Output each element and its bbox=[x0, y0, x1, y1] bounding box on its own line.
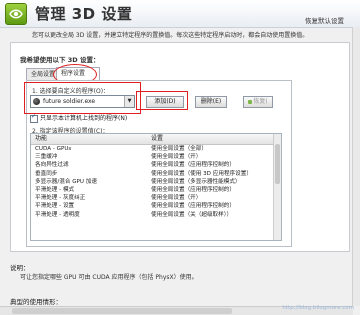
table-scrollbar[interactable] bbox=[273, 134, 281, 240]
feature-cell: 平滑处理 - 灰度纠正 bbox=[35, 195, 86, 202]
column-header-feature[interactable]: 功能 bbox=[35, 134, 47, 144]
restore-button-label: 恢复( bbox=[253, 98, 268, 105]
usage-label: 典型的使用情形： bbox=[10, 298, 62, 306]
table-row[interactable]: 平滑处理 - 透明度 使用全局设置（关（超级取样）） bbox=[31, 211, 281, 219]
feature-cell: 平滑处理 - 设置 bbox=[35, 203, 75, 210]
header-bar: 管理 3D 设置 恢复默认设置 bbox=[0, 0, 360, 28]
description-text: 可让您指定哪些 GPU 可由 CUDA 应用程序（包括 PhysX）使用。 bbox=[20, 274, 198, 281]
section-title: 我希望使用以下 3D 设置： bbox=[20, 56, 100, 64]
table-row[interactable]: 平滑处理 - 设置 使用全局设置（应用程序控制的） bbox=[31, 202, 281, 210]
table-row[interactable]: 平滑处理 - 模式 使用全局设置（应用程序控制的） bbox=[31, 186, 281, 194]
feature-cell: 平滑处理 - 透明度 bbox=[35, 211, 80, 218]
setting-cell: 使用全局设置（多显示器性能模式） bbox=[151, 178, 241, 185]
delete-button[interactable]: 删除(E) bbox=[195, 96, 227, 108]
table-scrollbar-thumb[interactable] bbox=[275, 144, 280, 184]
setting-cell: 使用全局设置（开） bbox=[151, 154, 202, 161]
feature-cell: 三重缓冲 bbox=[35, 154, 58, 161]
setting-cell: 使用全局设置（关（超级取样）） bbox=[151, 211, 233, 218]
restore-button[interactable]: 恢复( bbox=[243, 96, 273, 108]
feature-cell: 各向异性过滤 bbox=[35, 162, 69, 169]
horizontal-scrollbar-thumb[interactable] bbox=[12, 308, 232, 314]
show-found-programs-checkbox[interactable] bbox=[30, 113, 38, 123]
setting-cell: 使用全局设置（全部） bbox=[151, 146, 207, 152]
nvidia-logo-icon bbox=[5, 3, 27, 25]
restore-icon bbox=[248, 99, 253, 104]
column-header-setting[interactable]: 设置 bbox=[151, 134, 163, 144]
table-row[interactable]: 三重缓冲 使用全局设置（开） bbox=[31, 153, 281, 161]
table-header: 功能 设置 bbox=[31, 134, 281, 145]
setting-cell: 使用全局设置（应用程序控制的） bbox=[151, 203, 235, 210]
restore-defaults-link[interactable]: 恢复默认设置 bbox=[305, 15, 344, 25]
intro-text: 您可以更改全局 3D 设置，并建立特定程序的置换值。每次这些特定程序启动时，都会… bbox=[32, 32, 309, 39]
page-vertical-scrollbar[interactable] bbox=[352, 27, 360, 306]
table-row[interactable]: 多显示器/混合 GPU 加速 使用全局设置（多显示器性能模式） bbox=[31, 178, 281, 186]
feature-cell: 平滑处理 - 模式 bbox=[35, 186, 75, 193]
table-row[interactable]: CUDA - GPUs 使用全局设置（全部） bbox=[31, 145, 281, 153]
show-found-programs-row[interactable]: 只显示本计算机上找到的程序(N) bbox=[30, 113, 127, 123]
page-title: 管理 3D 设置 bbox=[35, 5, 133, 23]
description-label: 说明： bbox=[10, 264, 30, 272]
setting-cell: 使用全局设置（应用程序控制的） bbox=[151, 186, 235, 193]
settings-table: 功能 设置 CUDA - GPUs 使用全局设置（全部） 三重缓冲 使用全局设置（开… bbox=[30, 133, 282, 241]
feature-cell: 垂直同步 bbox=[35, 170, 58, 177]
setting-cell: 使用全局设置（开） bbox=[151, 195, 202, 202]
checkbox-label: 只显示本计算机上找到的程序(N) bbox=[40, 115, 128, 122]
table-row[interactable]: 平滑处理 - 灰度纠正 使用全局设置（开） bbox=[31, 194, 281, 202]
table-row[interactable]: 垂直同步 使用全局设置（使用 3D 应用程序设置） bbox=[31, 170, 281, 178]
table-row[interactable]: 各向异性过滤 使用全局设置（应用程序控制的） bbox=[31, 161, 281, 169]
feature-cell: 多显示器/混合 GPU 加速 bbox=[35, 178, 97, 185]
program-highlight-annotation bbox=[24, 82, 141, 114]
watermark-text: http://blog.bilogmore.com bbox=[282, 305, 354, 311]
feature-cell: CUDA - GPUs bbox=[35, 146, 72, 152]
setting-cell: 使用全局设置（应用程序控制的） bbox=[151, 162, 235, 169]
setting-cell: 使用全局设置（使用 3D 应用程序设置） bbox=[151, 170, 252, 177]
add-highlight-annotation bbox=[136, 91, 188, 110]
